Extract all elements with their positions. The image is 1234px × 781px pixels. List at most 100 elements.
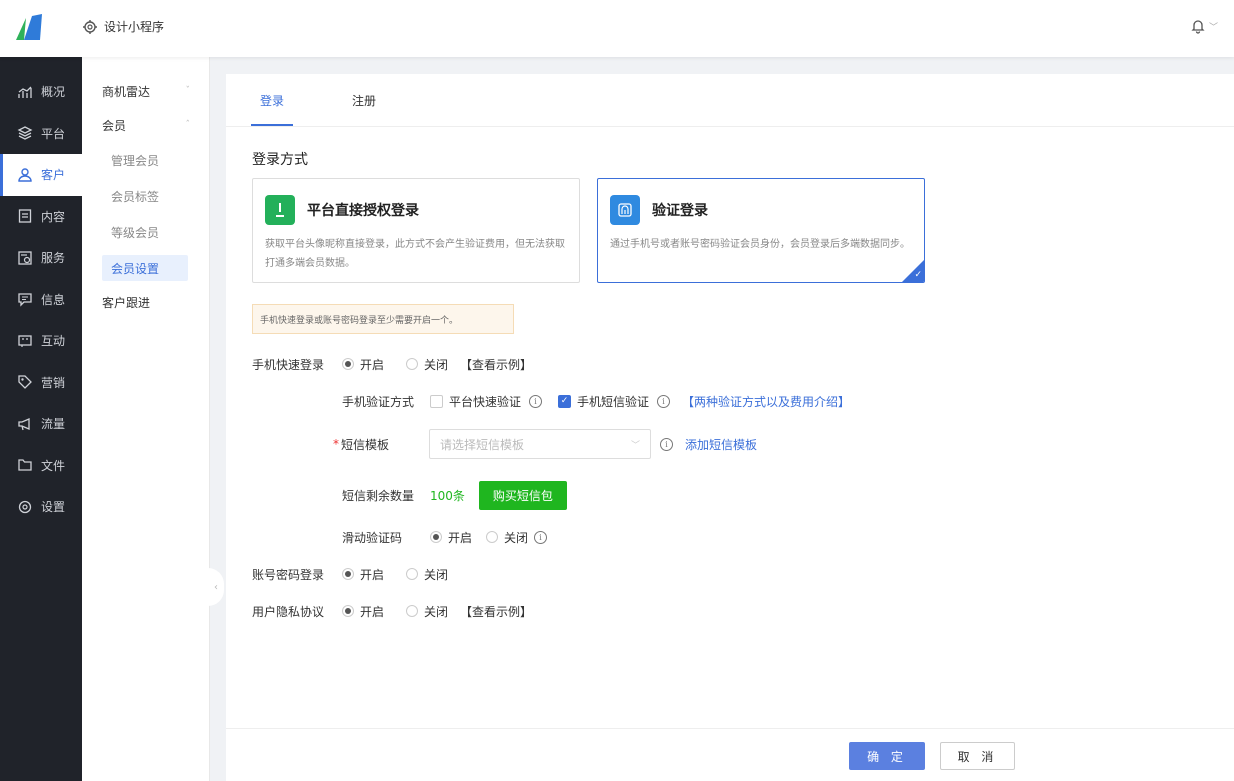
subnav-member[interactable]: 会员 ˆ: [102, 113, 190, 137]
radio-slider-on[interactable]: 开启: [430, 529, 472, 546]
field-label: 短信剩余数量: [342, 488, 415, 503]
nav-label: 客户: [41, 168, 66, 183]
field-label: 滑动验证码: [342, 530, 403, 545]
bell-icon: [1191, 20, 1205, 34]
notice-banner: 手机快速登录或账号密码登录至少需要开启一个。: [252, 304, 514, 334]
subnav-manage-members[interactable]: 管理会员: [102, 147, 188, 173]
nav-item-customer[interactable]: 客户: [0, 154, 82, 196]
nav-item-files[interactable]: 文件: [0, 445, 82, 487]
mini-program-icon: [83, 19, 97, 34]
subnav-member-tags[interactable]: 会员标签: [102, 183, 188, 209]
radio-label: 开启: [360, 357, 385, 372]
card-header: 平台直接授权登录: [265, 195, 419, 225]
select-placeholder: 请选择短信模板: [440, 437, 525, 452]
field-label: 用户隐私协议: [252, 604, 325, 619]
radio-privacy-off[interactable]: 关闭: [406, 603, 448, 620]
confirm-button[interactable]: 确 定: [849, 742, 925, 770]
info-icon[interactable]: i: [534, 530, 548, 544]
nav-item-platform[interactable]: 平台: [0, 113, 82, 155]
app-logo[interactable]: [12, 10, 46, 44]
nav-item-traffic[interactable]: 流量: [0, 403, 82, 445]
upload-icon: [265, 195, 295, 225]
tab-divider: [226, 126, 1234, 127]
checkbox-label: 手机短信验证: [577, 394, 650, 409]
check-icon: ✓: [558, 394, 572, 408]
info-icon[interactable]: i: [660, 437, 674, 451]
row-verify-method: 手机验证方式 平台快速验证 i ✓ 手机短信验证 i 【两种验证方式以及费用介绍】: [342, 390, 850, 412]
field-label: 短信模板: [341, 437, 390, 452]
fee-intro-link[interactable]: 【两种验证方式以及费用介绍】: [682, 393, 850, 410]
notification-menu[interactable]: ﹀: [1190, 18, 1218, 34]
radio-label: 关闭: [504, 530, 529, 545]
radio-account-on[interactable]: 开启: [342, 566, 384, 583]
radio-privacy-on[interactable]: 开启: [342, 603, 384, 620]
row-slider-captcha: 滑动验证码 开启 关闭 i: [342, 526, 548, 548]
chevron-down-icon: ﹀: [631, 440, 641, 451]
nav-label: 设置: [41, 500, 66, 515]
cancel-button[interactable]: 取 消: [940, 742, 1015, 770]
required-mark: *: [333, 437, 339, 451]
tab-register[interactable]: 注册: [343, 74, 385, 126]
footer-divider: [226, 728, 1234, 729]
radio-circle: [342, 605, 355, 617]
folder-icon: [17, 457, 33, 473]
subnav-label: 会员: [102, 118, 127, 133]
chevron-down-icon: ﹀: [1208, 22, 1218, 33]
app-switcher[interactable]: 设计小程序: [82, 18, 164, 35]
view-example-link[interactable]: 【查看示例】: [460, 603, 532, 620]
subnav-radar[interactable]: 商机雷达 ˇ: [102, 79, 190, 103]
nav-label: 平台: [41, 126, 66, 141]
card-platform-login[interactable]: 平台直接授权登录 获取平台头像昵称直接登录，此方式不会产生验证费用，但无法获取打…: [252, 178, 580, 283]
nav-label: 流量: [41, 417, 66, 432]
nav-label: 文件: [41, 458, 66, 473]
nav-item-message[interactable]: 信息: [0, 279, 82, 321]
view-example-link[interactable]: 【查看示例】: [460, 356, 532, 373]
message-icon: [17, 291, 33, 307]
tag-icon: [17, 374, 33, 390]
card-title: 平台直接授权登录: [307, 203, 419, 219]
collapse-sidebar-button[interactable]: ‹: [208, 568, 224, 606]
radio-quick-login-on[interactable]: 开启: [342, 356, 384, 373]
info-icon[interactable]: i: [657, 394, 671, 408]
nav-item-settings[interactable]: 设置: [0, 486, 82, 528]
nav-label: 信息: [41, 292, 66, 307]
add-sms-template-link[interactable]: 添加短信模板: [685, 436, 757, 453]
card-verify-login[interactable]: 验证登录 通过手机号或者账号密码验证会员身份，会员登录后多端数据同步。 ✓: [597, 178, 925, 283]
nav-label: 概况: [41, 85, 66, 100]
radio-circle: [406, 605, 419, 617]
document-icon: [17, 208, 33, 224]
nav-item-content[interactable]: 内容: [0, 196, 82, 238]
sms-template-select[interactable]: 请选择短信模板 ﹀: [429, 429, 652, 459]
subnav-member-settings[interactable]: 会员设置: [102, 255, 188, 281]
nav-label: 内容: [41, 209, 66, 224]
nav-item-overview[interactable]: 概况: [0, 71, 82, 113]
checkbox-platform-verify[interactable]: 平台快速验证: [430, 393, 521, 410]
chevron-down-icon: ˇ: [185, 86, 191, 96]
field-label: 手机验证方式: [342, 394, 415, 409]
subnav-level-members[interactable]: 等级会员: [102, 219, 188, 245]
nav-label: 服务: [41, 251, 66, 266]
radio-account-off[interactable]: 关闭: [406, 566, 448, 583]
radio-quick-login-off[interactable]: 关闭: [406, 356, 448, 373]
buy-sms-button[interactable]: 购买短信包: [478, 480, 567, 510]
radio-label: 关闭: [424, 567, 449, 582]
radio-circle: [406, 358, 419, 370]
tab-login[interactable]: 登录: [251, 74, 294, 126]
radio-circle: [342, 568, 355, 580]
card-title: 验证登录: [652, 203, 708, 219]
row-sms-remain: 短信剩余数量 100条 购买短信包: [342, 480, 567, 510]
info-icon[interactable]: i: [529, 394, 543, 408]
checkbox-sms-verify[interactable]: ✓ 手机短信验证: [558, 393, 649, 410]
card-description: 获取平台头像昵称直接登录，此方式不会产生验证费用，但无法获取打通多端会员数据。: [265, 239, 565, 269]
subnav-followup[interactable]: 客户跟进: [102, 290, 190, 314]
field-label: 手机快速登录: [252, 357, 325, 372]
radio-label: 关闭: [424, 357, 449, 372]
section-title: 登录方式: [252, 152, 308, 168]
nav-item-service[interactable]: 服务: [0, 237, 82, 279]
secondary-sidebar: 商机雷达 ˇ 会员 ˆ 管理会员 会员标签 等级会员 会员设置 客户跟进: [82, 57, 210, 781]
row-quick-login: 手机快速登录 开启 关闭 【查看示例】: [252, 353, 532, 375]
row-account-login: 账号密码登录 开启 关闭: [252, 563, 470, 585]
nav-item-marketing[interactable]: 营销: [0, 362, 82, 404]
nav-item-interaction[interactable]: 互动: [0, 320, 82, 362]
radio-slider-off[interactable]: 关闭: [486, 529, 528, 546]
